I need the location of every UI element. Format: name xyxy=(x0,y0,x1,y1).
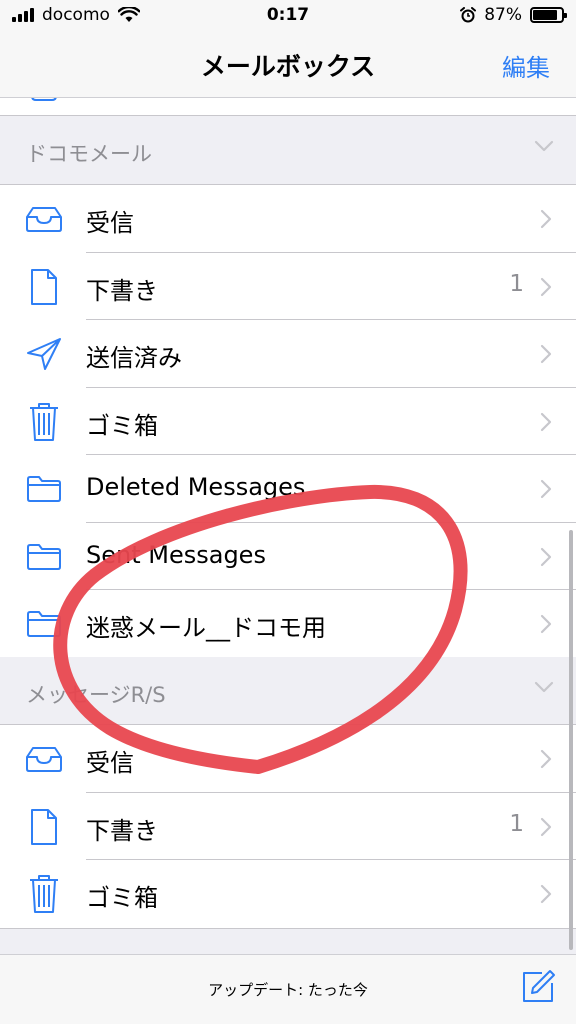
mailbox-label: 下書き xyxy=(86,816,158,845)
scrolled-list-item[interactable] xyxy=(0,98,576,116)
inbox-icon xyxy=(22,739,66,779)
folder-icon xyxy=(22,537,66,577)
chevron-right-icon xyxy=(540,412,552,431)
mailbox-row-drafts[interactable]: 下書き 1 xyxy=(0,793,576,861)
mailbox-row-deleted-messages[interactable]: Deleted Messages xyxy=(0,455,576,523)
mailbox-label: Deleted Messages xyxy=(86,473,306,501)
mailbox-row-spam[interactable]: 迷惑メール__ドコモ用 xyxy=(0,590,576,658)
section-title: メッセージR/S xyxy=(26,683,166,707)
trash-icon xyxy=(22,874,66,914)
unread-count: 1 xyxy=(509,810,524,837)
mailbox-row-trash[interactable]: ゴミ箱 xyxy=(0,388,576,456)
section-title: ドコモメール xyxy=(26,142,152,166)
scrollbar[interactable] xyxy=(569,530,573,950)
battery-icon xyxy=(530,7,567,23)
section-header-messages-rs[interactable]: メッセージR/S xyxy=(0,657,576,725)
mailbox-list-messages-rs: 受信 下書き 1 ゴミ箱 xyxy=(0,724,576,929)
compose-icon[interactable] xyxy=(520,969,556,1005)
page-title: メールボックス xyxy=(200,52,376,81)
chevron-right-icon xyxy=(540,479,552,499)
sent-icon xyxy=(22,334,66,374)
folder-icon xyxy=(22,469,66,509)
mailbox-row-trash[interactable]: ゴミ箱 xyxy=(0,860,576,928)
chevron-right-icon xyxy=(540,547,552,566)
chevron-down-icon xyxy=(534,140,554,152)
mailbox-label: 受信 xyxy=(86,209,134,237)
mailbox-label: 送信済み xyxy=(86,344,182,372)
mailbox-label: Sent Messages xyxy=(86,540,266,569)
mailbox-row-sent-messages[interactable]: Sent Messages xyxy=(0,523,576,591)
trash-icon xyxy=(22,402,66,442)
chevron-down-icon xyxy=(534,681,554,693)
navigation-bar: メールボックス 編集 xyxy=(0,34,576,98)
chevron-right-icon xyxy=(540,277,552,296)
mailbox-list-docomo: 受信 下書き 1 送信済み ゴミ箱 Deleted Messages Sent … xyxy=(0,184,576,659)
alarm-icon xyxy=(460,7,477,23)
inbox-icon xyxy=(22,199,66,239)
chevron-right-icon xyxy=(540,344,552,364)
mailbox-row-inbox[interactable]: 受信 xyxy=(0,725,576,793)
mailbox-label: 受信 xyxy=(86,749,134,777)
unread-count: 1 xyxy=(509,270,524,297)
mailbox-row-inbox[interactable]: 受信 xyxy=(0,185,576,253)
edit-button[interactable]: 編集 xyxy=(502,48,550,83)
folder-icon xyxy=(22,604,66,644)
status-bar: docomo 0:17 87% xyxy=(0,0,576,34)
update-status: アップデート: たった今 xyxy=(208,981,368,999)
chevron-right-icon xyxy=(540,614,552,634)
mailbox-icon xyxy=(31,98,57,101)
mailbox-label: 下書き xyxy=(86,276,158,305)
mailbox-label: ゴミ箱 xyxy=(86,411,158,440)
chevron-right-icon xyxy=(540,209,552,229)
chevron-right-icon xyxy=(540,749,552,769)
section-header-docomo[interactable]: ドコモメール xyxy=(0,116,576,184)
chevron-right-icon xyxy=(540,884,552,904)
chevron-right-icon xyxy=(540,817,552,836)
battery-percent: 87% xyxy=(484,5,522,25)
bottom-toolbar: アップデート: たった今 xyxy=(0,954,576,1024)
mailbox-label: 迷惑メール__ドコモ用 xyxy=(86,614,326,642)
mailbox-row-drafts[interactable]: 下書き 1 xyxy=(0,253,576,321)
draft-icon xyxy=(22,267,66,307)
draft-icon xyxy=(22,807,66,847)
mailbox-label: ゴミ箱 xyxy=(86,884,158,912)
mailbox-row-sent[interactable]: 送信済み xyxy=(0,320,576,388)
